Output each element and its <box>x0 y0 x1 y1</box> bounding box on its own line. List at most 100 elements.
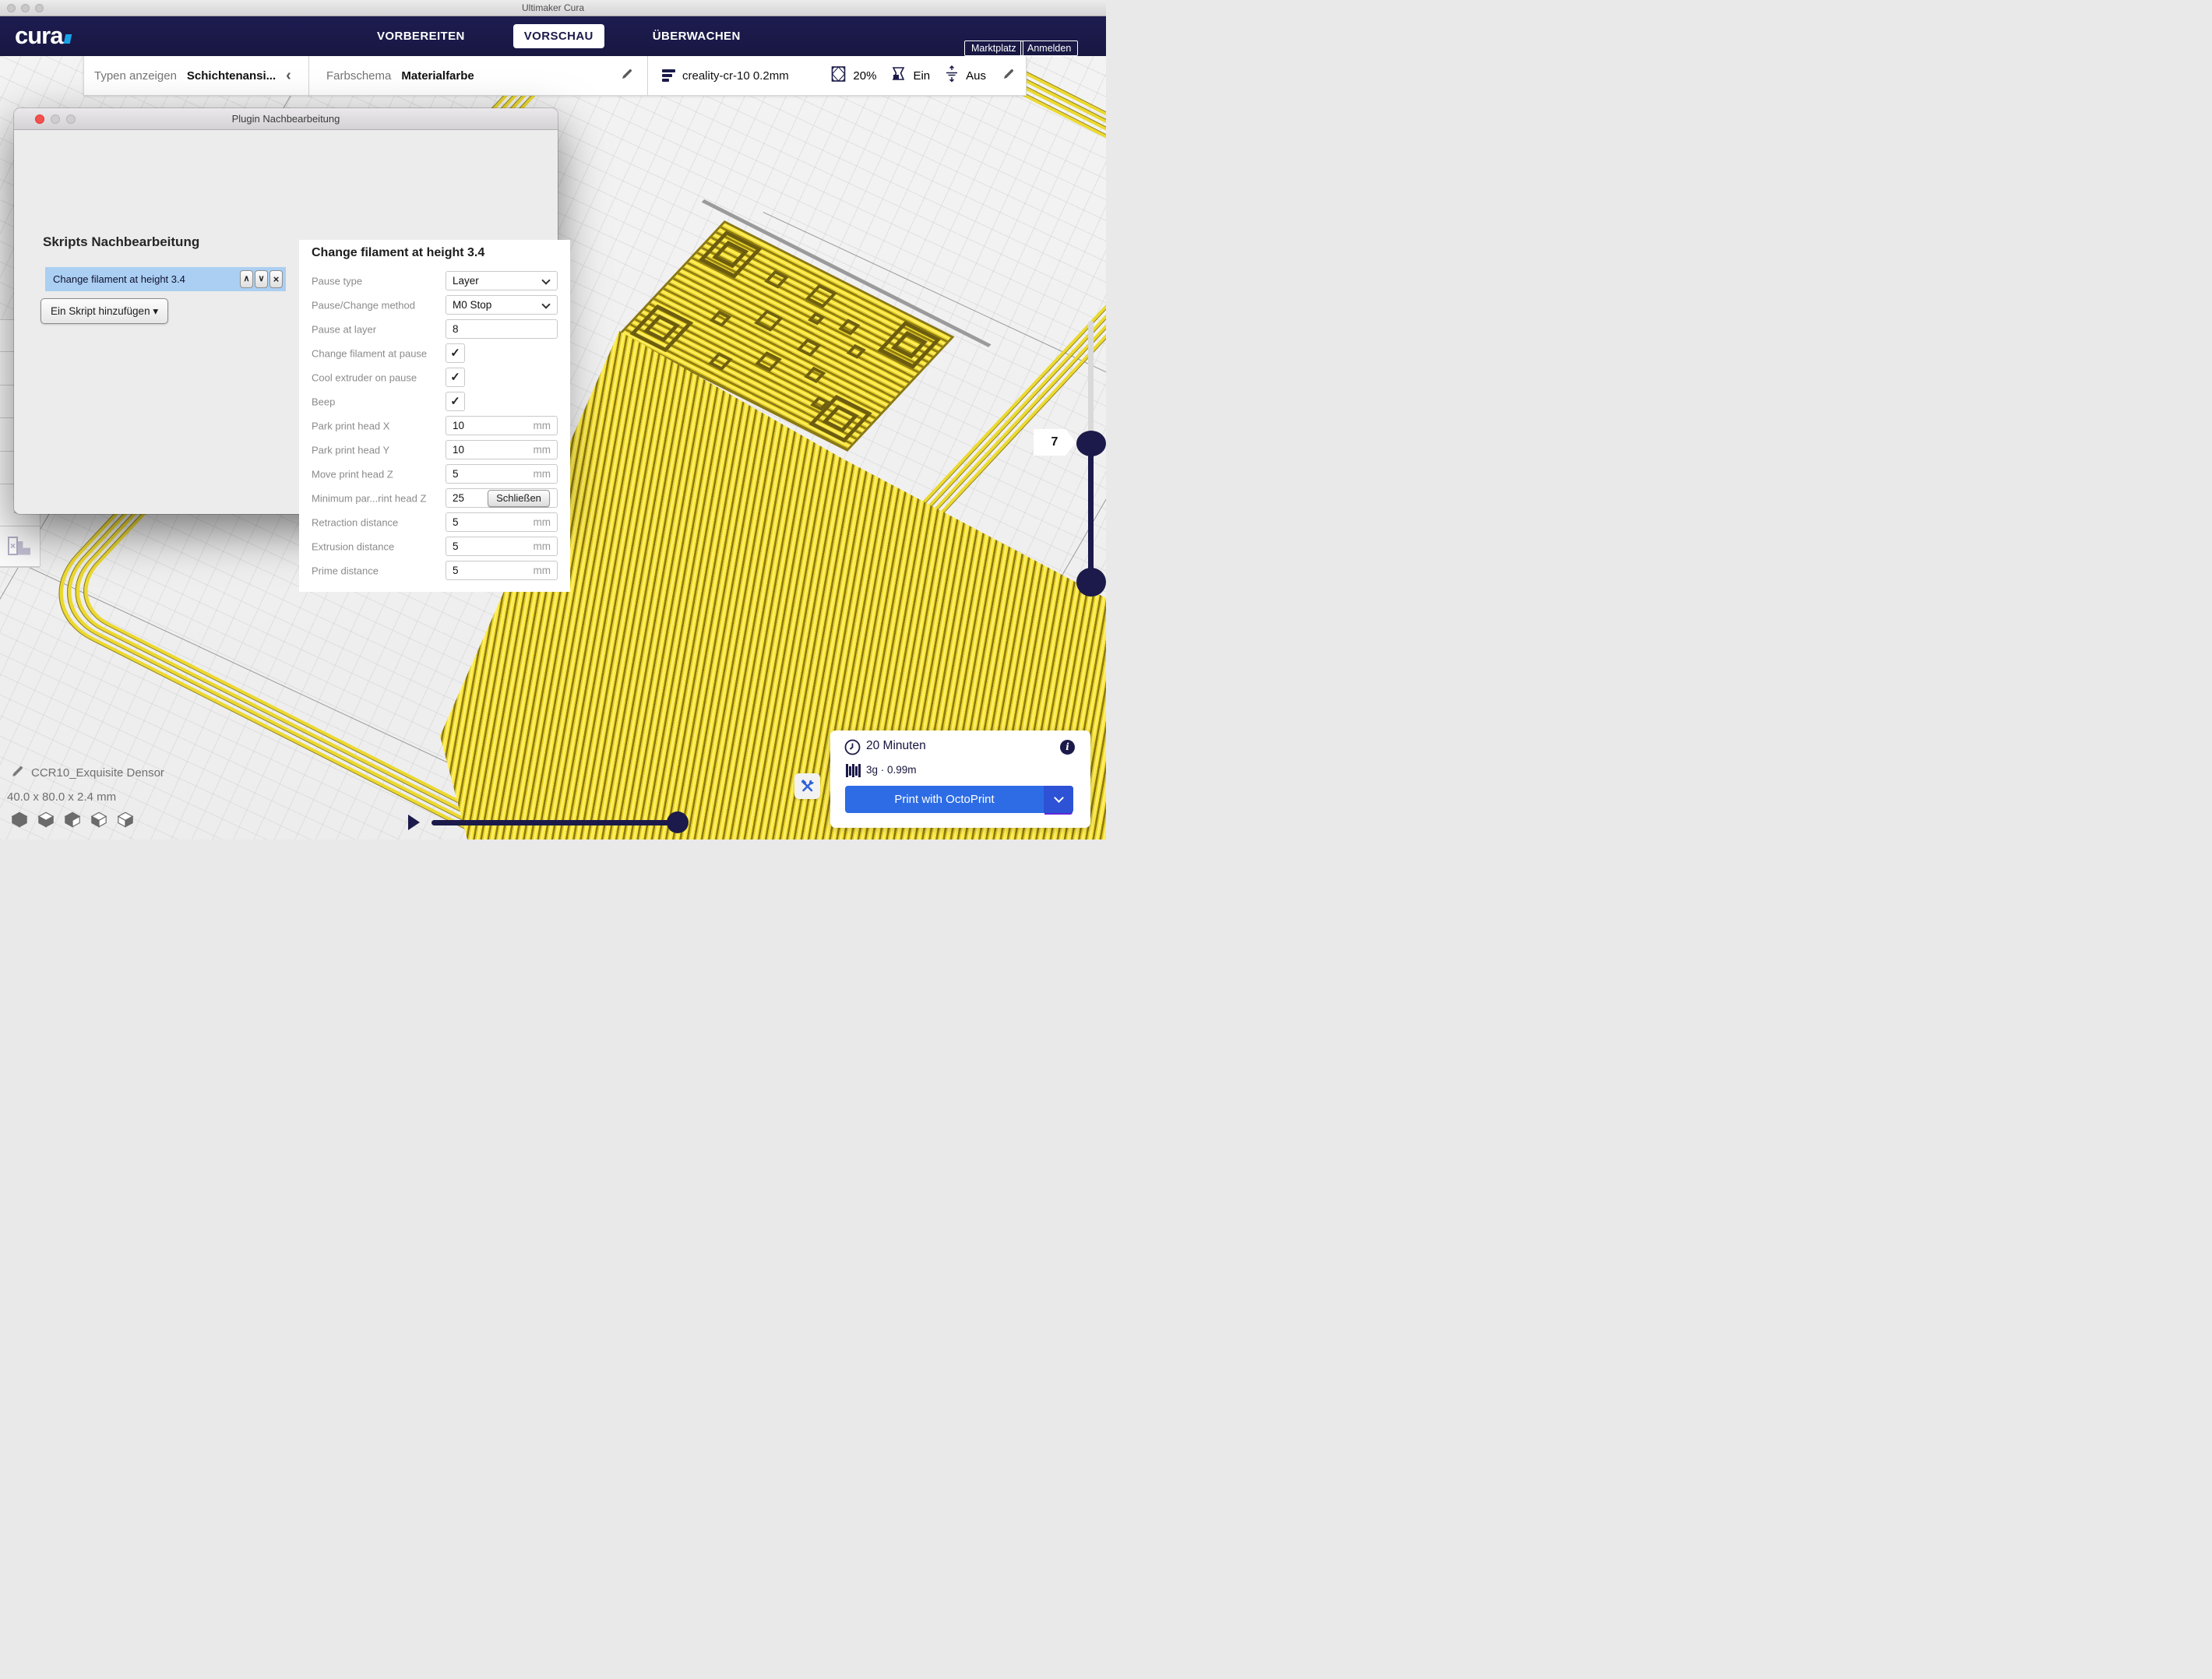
setting-label: Minimum par...rint head Z <box>312 492 426 504</box>
setting-value: 5 <box>453 468 459 480</box>
stage-tab-vorbereiten[interactable]: VORBEREITEN <box>366 24 476 48</box>
view-toolbar: Typen anzeigen Schichtenansi... ‹ Farbsc… <box>83 56 1027 96</box>
main-header: cura VORBEREITENVORSCHAUÜBERWACHEN Markt… <box>0 16 1106 56</box>
view-right-button[interactable] <box>117 811 134 832</box>
chevron-down-icon <box>541 300 550 308</box>
settings-heading: Change filament at height 3.4 <box>312 246 484 260</box>
edit-settings-pencil-icon[interactable] <box>1002 68 1015 83</box>
layer-slider-lower-handle[interactable] <box>1076 568 1106 597</box>
setting-row: Cool extruder on pause ✓ <box>299 368 570 387</box>
play-icon[interactable] <box>408 815 420 830</box>
app-window: Ultimaker Cura cura VORBEREITENVORSCHAUÜ… <box>0 0 1106 840</box>
path-slider-handle[interactable] <box>667 811 689 833</box>
print-settings-section[interactable]: creality-cr-10 0.2mm 20% Ein Aus <box>648 56 1026 95</box>
script-settings-panel: Change filament at height 3.4 Pause type… <box>299 240 570 592</box>
setting-label: Beep <box>312 396 335 407</box>
setting-checkbox[interactable]: ✓ <box>446 343 465 363</box>
layer-slider-track[interactable] <box>1088 321 1094 444</box>
os-titlebar: Ultimaker Cura <box>0 0 1106 16</box>
setting-unit: mm <box>534 540 551 552</box>
setting-input[interactable]: 5mm <box>446 464 558 484</box>
setting-label: Park print head X <box>312 420 389 431</box>
scripts-heading: Skripts Nachbearbeitung <box>43 234 199 250</box>
setting-label: Pause/Change method <box>312 299 415 311</box>
setting-input[interactable]: 5mm <box>446 561 558 580</box>
layer-slider-range[interactable] <box>1088 442 1094 583</box>
qr-module <box>754 309 784 331</box>
path-slider[interactable] <box>431 820 684 825</box>
qr-module <box>797 338 821 357</box>
color-scheme-value[interactable]: Materialfarbe <box>401 69 474 83</box>
setting-checkbox[interactable]: ✓ <box>446 392 465 411</box>
stage-tabs: VORBEREITEN VORSCHAU ÜBERWACHEN <box>366 16 752 56</box>
setting-row: Prime distance5mm <box>299 561 570 580</box>
tools-button[interactable] <box>794 773 820 799</box>
support-value: Ein <box>913 69 930 83</box>
rename-pencil-icon[interactable] <box>11 765 24 781</box>
setting-row: Retraction distance 5mm <box>299 512 570 532</box>
remove-script-button[interactable]: × <box>269 270 283 288</box>
collapse-icon[interactable]: ‹ <box>286 67 291 85</box>
add-script-button[interactable]: Ein Skript hinzufügen ▾ <box>41 298 168 324</box>
info-icon[interactable]: i <box>1060 740 1075 755</box>
setting-input[interactable]: 5mm <box>446 512 558 532</box>
view-left-button[interactable] <box>90 811 107 832</box>
infill-icon <box>831 65 846 86</box>
setting-input[interactable]: 8 <box>446 319 558 339</box>
hammer-wrench-icon <box>800 779 815 794</box>
view-type-value[interactable]: Schichtenansi... <box>187 69 276 83</box>
setting-label: Move print head Z <box>312 468 393 480</box>
close-dialog-button[interactable]: Schließen <box>488 490 550 507</box>
setting-label: Cool extruder on pause <box>312 371 417 383</box>
stage-tab-überwachen[interactable]: ÜBERWACHEN <box>642 24 752 48</box>
setting-value: Layer <box>453 275 479 287</box>
object-info: CCR10_Exquisite Densor 40.0 x 80.0 x 2.4… <box>11 765 164 804</box>
setting-row: Pause at layer 8 <box>299 319 570 339</box>
dialog-titlebar[interactable]: Plugin Nachbearbeitung <box>14 108 558 130</box>
qr-module <box>764 270 788 289</box>
setting-value: 5 <box>453 565 459 576</box>
edit-colorscheme-pencil-icon[interactable] <box>621 68 633 83</box>
window-title: Ultimaker Cura <box>0 2 1106 13</box>
setting-value: 8 <box>453 323 459 335</box>
setting-label: Extrusion distance <box>312 540 394 552</box>
setting-label: Retraction distance <box>312 516 398 528</box>
qr-module <box>805 284 837 308</box>
stage-tab-vorschau[interactable]: VORSCHAU <box>513 24 604 48</box>
setting-select[interactable]: Layer <box>446 271 558 290</box>
setting-label: Change filament at pause <box>312 347 427 359</box>
setting-checkbox[interactable]: ✓ <box>446 368 465 387</box>
camera-view-buttons <box>11 811 134 832</box>
support-blocker-tool[interactable] <box>0 526 40 568</box>
setting-row: Park print head Y10mm <box>299 440 570 459</box>
move-script-down-button[interactable]: ∨ <box>255 270 268 288</box>
blocker-icon <box>8 537 18 555</box>
setting-input[interactable]: 5mm <box>446 537 558 556</box>
setting-value: M0 Stop <box>453 299 491 311</box>
qr-module <box>847 344 866 359</box>
support-icon <box>891 66 906 85</box>
clock-icon <box>844 739 861 759</box>
script-list-item[interactable]: Change filament at height 3.4 ∧ ∨ × <box>45 267 286 291</box>
signin-button[interactable]: Anmelden <box>1020 40 1078 56</box>
setting-unit: mm <box>534 420 551 431</box>
view-top-button[interactable] <box>64 811 81 832</box>
setting-label: Pause type <box>312 275 362 287</box>
script-item-label: Change filament at height 3.4 <box>45 273 240 285</box>
color-scheme-section[interactable]: Farbschema Materialfarbe <box>309 56 647 95</box>
marketplace-button[interactable]: Marktplatz <box>964 40 1023 56</box>
move-script-up-button[interactable]: ∧ <box>240 270 253 288</box>
setting-row: Change filament at pause ✓ <box>299 343 570 363</box>
dialog-title: Plugin Nachbearbeitung <box>14 113 558 125</box>
view-type-section[interactable]: Typen anzeigen Schichtenansi... ‹ <box>84 56 308 95</box>
print-options-dropdown[interactable] <box>1044 786 1073 813</box>
setting-label: Pause at layer <box>312 323 376 335</box>
setting-input[interactable]: 10mm <box>446 440 558 459</box>
view-front-button[interactable] <box>37 811 55 832</box>
print-button[interactable]: Print with OctoPrint <box>845 786 1073 813</box>
setting-input[interactable]: 10mm <box>446 416 558 435</box>
layer-slider-upper-handle[interactable] <box>1076 431 1106 456</box>
view-3d-button[interactable] <box>11 811 28 832</box>
setting-select[interactable]: M0 Stop <box>446 295 558 315</box>
adhesion-value: Aus <box>966 69 986 83</box>
